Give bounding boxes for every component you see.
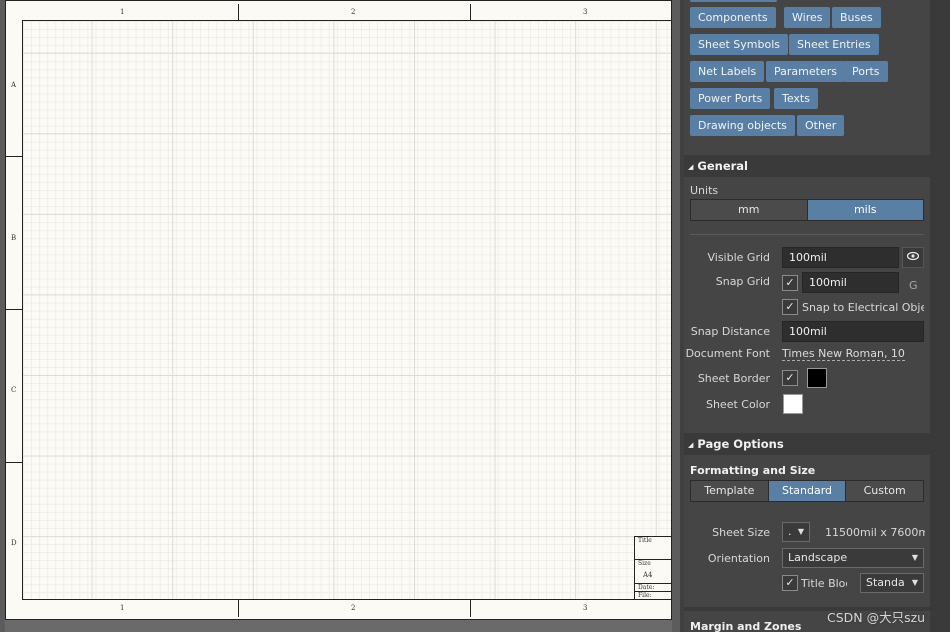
collapse-triangle-icon: ◢ bbox=[688, 440, 694, 449]
filter-buses-button[interactable]: Buses bbox=[832, 7, 881, 28]
general-section-header[interactable]: ◢ General bbox=[684, 155, 930, 177]
sheet-border-label: Sheet Border bbox=[697, 372, 770, 385]
zone-divider bbox=[6, 156, 23, 157]
schematic-canvas[interactable]: 1 2 3 1 2 3 A B C D Title Size A4 Date: … bbox=[0, 0, 680, 632]
snap-grid-input[interactable]: 100mil bbox=[802, 272, 899, 293]
snap-distance-input[interactable]: 100mil bbox=[782, 321, 924, 342]
chevron-down-icon: ▼ bbox=[911, 578, 918, 587]
sheet-border-frame bbox=[22, 20, 671, 600]
filter-sheet-entries-button[interactable]: Sheet Entries bbox=[789, 34, 879, 55]
formatting-size-label: Formatting and Size bbox=[690, 464, 816, 477]
title-block-size: Size A4 bbox=[635, 560, 671, 584]
zone-number-bottom: 3 bbox=[583, 604, 588, 612]
collapse-triangle-icon: ◢ bbox=[688, 162, 694, 171]
filter-net-labels-button[interactable]: Net Labels bbox=[690, 61, 765, 82]
title-block-date: Date: bbox=[635, 584, 671, 592]
title-block[interactable]: Title Size A4 Date: File: bbox=[634, 536, 671, 600]
chevron-down-icon: ▼ bbox=[797, 527, 804, 536]
eye-icon[interactable] bbox=[902, 247, 924, 268]
section-divider bbox=[690, 234, 924, 235]
size-label: Size bbox=[638, 560, 651, 567]
format-standard-option[interactable]: Standard bbox=[768, 481, 847, 501]
zone-divider bbox=[6, 462, 23, 463]
schematic-sheet[interactable]: 1 2 3 1 2 3 A B C D Title Size A4 Date: … bbox=[5, 0, 672, 620]
filter-sheet-symbols-button[interactable]: Sheet Symbols bbox=[690, 34, 789, 55]
zone-letter: B bbox=[11, 234, 17, 242]
orientation-label: Orientation bbox=[707, 552, 770, 565]
snap-grid-label: Snap Grid bbox=[715, 275, 770, 288]
zone-divider bbox=[238, 4, 239, 21]
title-block-title: Title bbox=[635, 537, 671, 560]
format-custom-option[interactable]: Custom bbox=[846, 481, 924, 501]
sheet-size-value: 11500mil x 7600mil bbox=[825, 526, 925, 539]
zone-number-top: 3 bbox=[583, 8, 588, 16]
zone-divider bbox=[6, 309, 23, 310]
sheet-size-select-value: . bbox=[788, 525, 792, 538]
filter-drawing-objects-button[interactable]: Drawing objects bbox=[690, 115, 795, 136]
page-options-section-header[interactable]: ◢ Page Options bbox=[684, 433, 930, 455]
format-template-option[interactable]: Template bbox=[691, 481, 769, 501]
snap-grid-checkbox[interactable]: ✓ bbox=[782, 275, 798, 291]
sheet-color-label: Sheet Color bbox=[705, 398, 770, 411]
orientation-select[interactable]: Landscape ▼ bbox=[782, 548, 924, 568]
snap-grid-shortcut: G bbox=[909, 279, 918, 292]
title-block-file: File: bbox=[635, 592, 671, 600]
snap-distance-label: Snap Distance bbox=[690, 325, 770, 338]
page-options-heading: Page Options bbox=[697, 437, 784, 451]
size-value: A4 bbox=[643, 571, 653, 579]
sheet-shadow bbox=[5, 620, 672, 632]
zone-divider bbox=[238, 600, 239, 617]
title-block-label: Title Bloc bbox=[801, 577, 847, 590]
filter-other-button[interactable]: Other bbox=[797, 115, 845, 136]
zone-letter: D bbox=[11, 539, 17, 547]
snap-electrical-label: Snap to Electrical Objec bbox=[802, 301, 924, 314]
date-label: Date: bbox=[638, 584, 655, 591]
filter-power-ports-button[interactable]: Power Ports bbox=[690, 88, 771, 109]
properties-panel: Components Wires Buses Sheet Symbols She… bbox=[680, 0, 950, 632]
zone-divider bbox=[470, 600, 471, 617]
sheet-size-select[interactable]: . ▼ bbox=[782, 522, 810, 542]
general-heading: General bbox=[697, 159, 748, 173]
visible-grid-label: Visible Grid bbox=[707, 251, 770, 264]
title-block-select[interactable]: Standa ▼ bbox=[860, 573, 924, 593]
filter-texts-button[interactable]: Texts bbox=[774, 88, 818, 109]
units-mm-option[interactable]: mm bbox=[691, 200, 808, 220]
sheet-border-checkbox[interactable]: ✓ bbox=[782, 370, 798, 386]
chevron-down-icon: ▼ bbox=[911, 553, 918, 562]
filter-parameters-button[interactable]: Parameters bbox=[766, 61, 845, 82]
sheet-size-label: Sheet Size bbox=[712, 526, 770, 539]
zone-number-bottom: 1 bbox=[120, 604, 125, 612]
filter-button-top-edge bbox=[690, 0, 777, 2]
zone-number-top: 1 bbox=[120, 8, 125, 16]
zone-letter: A bbox=[11, 81, 17, 89]
margin-zones-label: Margin and Zones bbox=[690, 620, 802, 632]
sheet-color-swatch[interactable] bbox=[783, 394, 803, 414]
orientation-select-value: Landscape bbox=[788, 551, 848, 564]
title-label: Title bbox=[638, 537, 652, 544]
watermark-text: CSDN @大只szu bbox=[827, 610, 926, 625]
filter-wires-button[interactable]: Wires bbox=[784, 7, 831, 28]
snap-electrical-checkbox[interactable]: ✓ bbox=[782, 299, 798, 315]
document-font-label: Document Font bbox=[685, 347, 770, 360]
visible-grid-input[interactable]: 100mil bbox=[782, 247, 899, 268]
title-block-select-value: Standa bbox=[866, 576, 905, 589]
zone-divider bbox=[470, 4, 471, 21]
document-font-link[interactable]: Times New Roman, 10 bbox=[782, 347, 905, 361]
filter-components-button[interactable]: Components bbox=[690, 7, 776, 28]
title-block-checkbox[interactable]: ✓ bbox=[782, 575, 798, 591]
zone-number-bottom: 2 bbox=[351, 604, 356, 612]
file-label: File: bbox=[638, 592, 652, 599]
format-toggle: Template Standard Custom bbox=[690, 480, 924, 502]
zone-letter: C bbox=[11, 386, 17, 394]
filter-ports-button[interactable]: Ports bbox=[844, 61, 888, 82]
zone-number-top: 2 bbox=[351, 8, 356, 16]
units-toggle: mm mils bbox=[690, 199, 924, 221]
units-mils-option[interactable]: mils bbox=[807, 200, 923, 220]
units-label: Units bbox=[690, 184, 719, 197]
panel-scrollbar[interactable] bbox=[930, 0, 950, 632]
sheet-border-color-swatch[interactable] bbox=[807, 368, 827, 388]
